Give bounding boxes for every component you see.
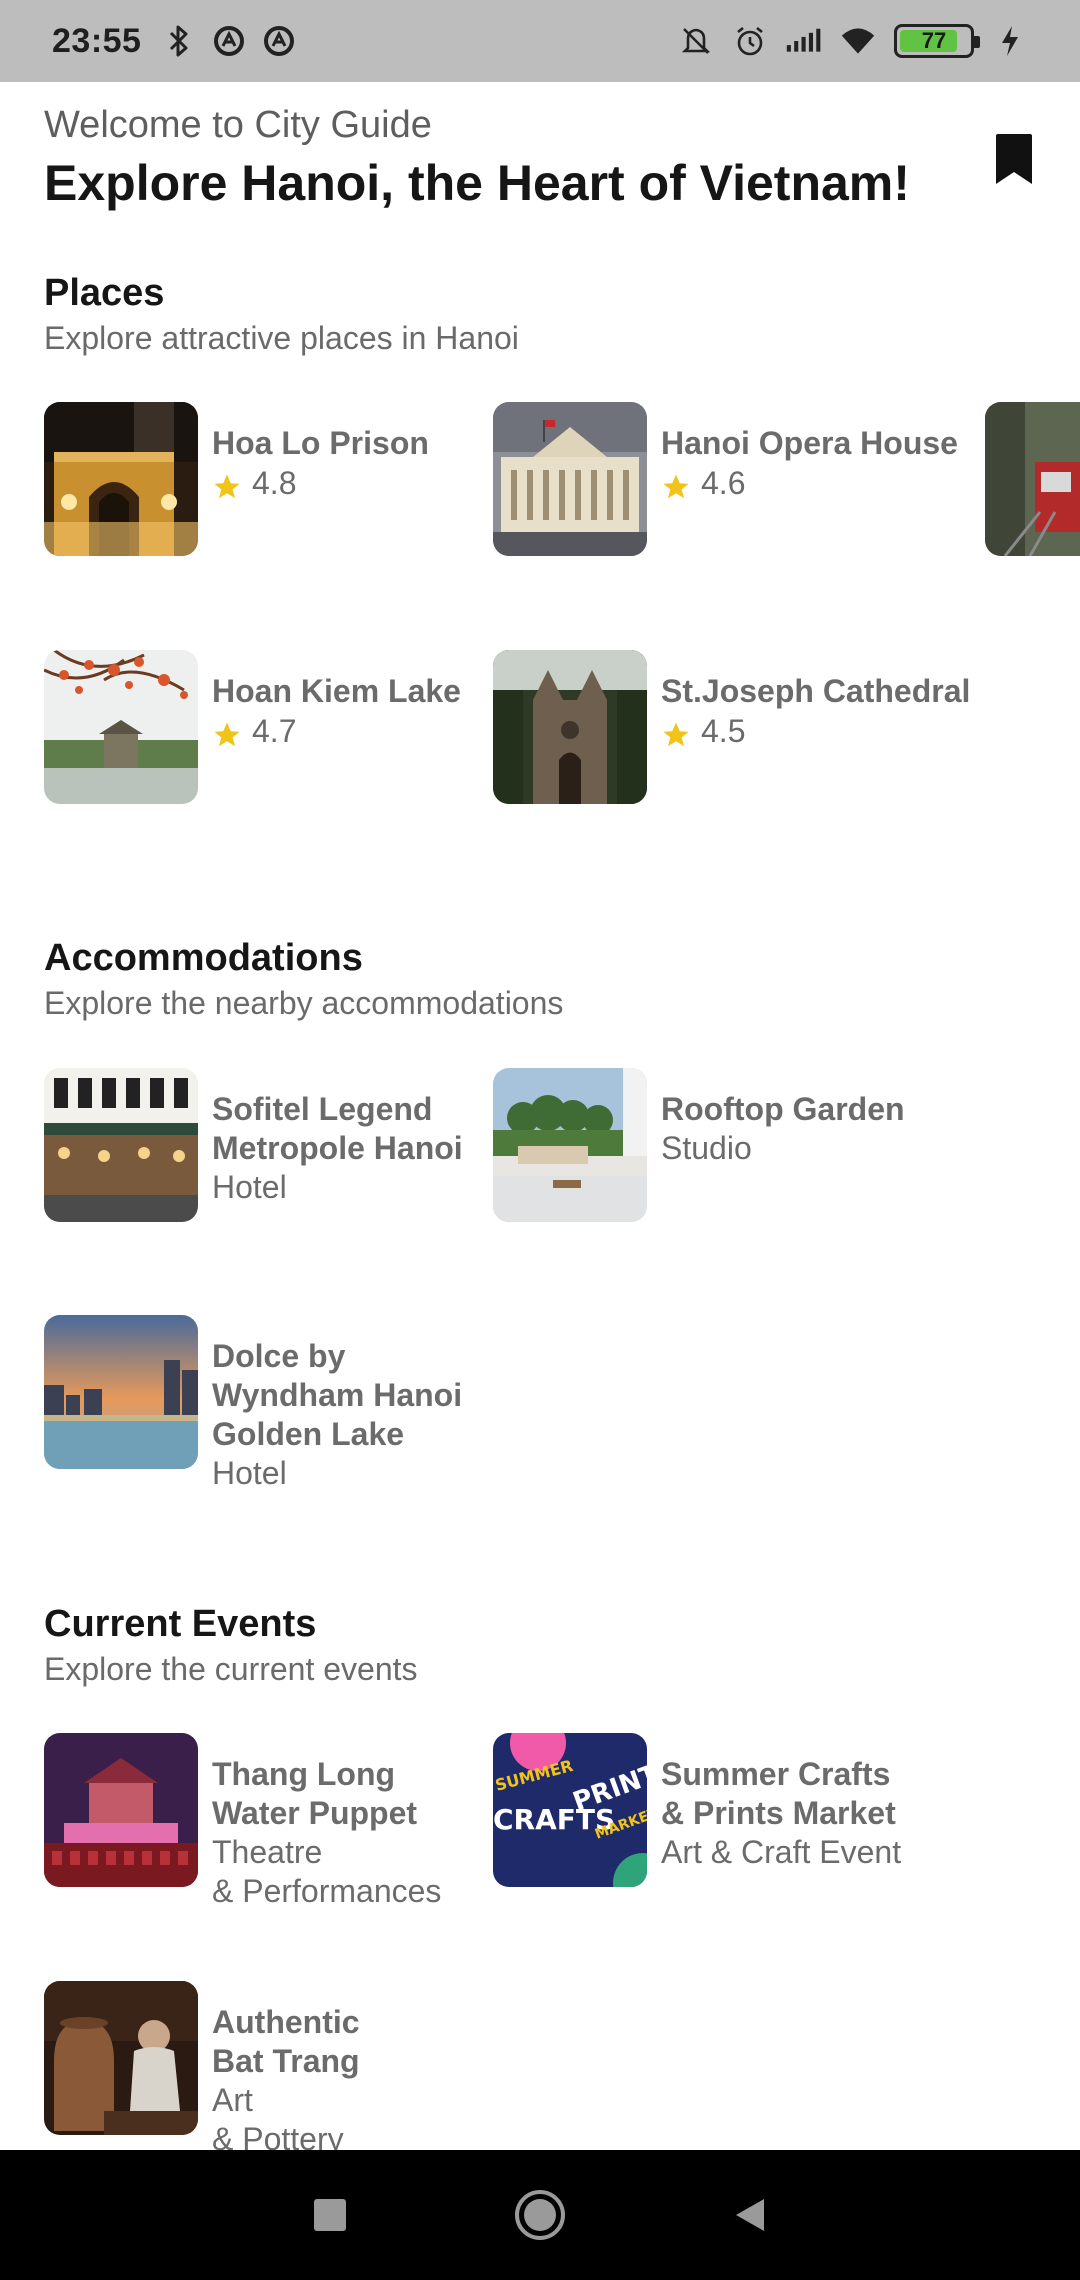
accommodation-card-sofitel[interactable]: Sofitel Legend Metropole Hanoi Hotel [44,1068,484,1228]
event-image [44,1981,198,2135]
event-type-line-2: & Performances [212,1873,442,1909]
event-name-line-1: Summer Crafts [661,1756,891,1792]
accommodation-info: Dolce by Wyndham Hanoi Golden Lake Hotel [212,1337,492,1493]
rating-value: 4.5 [701,713,746,749]
rating-value: 4.8 [252,465,297,501]
places-section-subtitle: Explore attractive places in Hanoi [44,320,519,356]
status-right-icons: 77 [678,23,1028,59]
event-type-line-1: Art & Craft Event [661,1834,902,1870]
place-name: Hoan Kiem Lake [212,673,461,709]
rating-value: 4.6 [701,465,746,501]
mute-icon [678,23,714,59]
place-card-train-street[interactable] [985,402,1080,562]
accommodation-card-dolce[interactable]: Dolce by Wyndham Hanoi Golden Lake Hotel [44,1315,484,1491]
place-name: Hanoi Opera House [661,425,958,461]
place-info: St.Joseph Cathedral 4.5 [661,672,991,750]
event-card-summer-crafts[interactable]: SUMMER CRAFTS PRINTS MARKET Summer Craft… [493,1733,953,1893]
places-section-title: Places [44,272,165,314]
accommodation-image [44,1068,198,1222]
place-card-hoa-lo[interactable]: Hoa Lo Prison 4.8 [44,402,464,562]
back-button[interactable] [720,2185,780,2245]
system-nav-bar [0,2150,1080,2280]
accommodation-type: Hotel [212,1455,287,1491]
bluetooth-icon [161,23,197,59]
event-name-line-2: Water Puppet [212,1795,418,1831]
place-rating: 4.5 [661,713,991,750]
back-triangle-icon [736,2199,764,2231]
event-type-line-1: Art [212,2082,253,2118]
place-image [493,402,647,556]
home-circle-icon [515,2190,565,2240]
accommodation-image [44,1315,198,1469]
event-image: SUMMER CRAFTS PRINTS MARKET [493,1733,647,1887]
bookmark-icon [996,134,1032,184]
status-left-icons [161,23,297,59]
accommodation-type: Hotel [212,1169,287,1205]
event-image [44,1733,198,1887]
accommodations-section-subtitle: Explore the nearby accommodations [44,985,564,1021]
signal-icon [786,23,822,59]
event-name-line-2: & Prints Market [661,1795,896,1831]
accommodation-info: Sofitel Legend Metropole Hanoi Hotel [212,1090,492,1207]
charging-icon [992,23,1028,59]
place-card-opera-house[interactable]: Hanoi Opera House 4.6 [493,402,958,562]
place-image [44,402,198,556]
place-info: Hanoi Opera House 4.6 [661,424,961,502]
events-section-subtitle: Explore the current events [44,1651,418,1687]
place-info: Hoa Lo Prison 4.8 [212,424,482,502]
place-name: St.Joseph Cathedral [661,673,971,709]
accommodation-name-line-2: Wyndham Hanoi [212,1377,463,1413]
accommodation-type: Studio [661,1130,752,1166]
event-name-line-1: Thang Long [212,1756,396,1792]
accommodations-section-title: Accommodations [44,937,363,979]
recents-button[interactable] [300,2185,360,2245]
vpn-icon [261,23,297,59]
place-info: Hoan Kiem Lake 4.7 [212,672,482,750]
page-title: Explore Hanoi, the Heart of Vietnam! [44,155,910,211]
star-icon [663,474,689,498]
place-card-hoan-kiem[interactable]: Hoan Kiem Lake 4.7 [44,650,464,810]
event-type-line-1: Theatre [212,1834,323,1870]
square-icon [314,2199,346,2231]
accommodation-name-line-2: Metropole Hanoi [212,1130,463,1166]
place-rating: 4.8 [212,465,482,502]
status-bar: 23:55 77 [0,0,1080,82]
home-button[interactable] [510,2185,570,2245]
accommodation-name-line-1: Dolce by [212,1338,346,1374]
accommodation-name-line-1: Rooftop Garden [661,1091,905,1127]
event-info: Summer Crafts & Prints Market Art & Craf… [661,1755,961,1872]
events-section-title: Current Events [44,1603,317,1645]
battery-level: 77 [921,28,947,53]
event-card-water-puppet[interactable]: Thang Long Water Puppet Theatre & Perfor… [44,1733,484,1909]
event-info: Authentic Bat Trang Art & Pottery [212,2003,492,2159]
place-name: Hoa Lo Prison [212,425,429,461]
accommodation-image [493,1068,647,1222]
event-card-bat-trang[interactable]: Authentic Bat Trang Art & Pottery [44,1981,484,2157]
place-image [493,650,647,804]
event-name-line-1: Authentic [212,2004,360,2040]
alarm-icon [732,23,768,59]
rating-value: 4.7 [252,713,297,749]
star-icon [663,722,689,746]
place-image [985,402,1080,556]
accommodation-info: Rooftop Garden Studio [661,1090,961,1168]
vpn-icon [211,23,247,59]
accommodation-name-line-3: Golden Lake [212,1416,405,1452]
status-time: 23:55 [52,21,142,60]
star-icon [214,474,240,498]
accommodation-name-line-1: Sofitel Legend [212,1091,433,1127]
city-guide-screen: 23:55 77 Welcome to City Guide Explore H… [0,0,1080,2280]
event-info: Thang Long Water Puppet Theatre & Perfor… [212,1755,492,1911]
bookmark-button[interactable] [990,132,1038,188]
accommodation-card-rooftop[interactable]: Rooftop Garden Studio [493,1068,933,1228]
wifi-icon [840,23,876,59]
place-rating: 4.6 [661,465,961,502]
place-image [44,650,198,804]
place-card-st-joseph[interactable]: St.Joseph Cathedral 4.5 [493,650,993,810]
battery-icon: 77 [894,24,980,58]
place-rating: 4.7 [212,713,482,750]
event-name-line-2: Bat Trang [212,2043,360,2079]
welcome-text: Welcome to City Guide [44,104,432,146]
star-icon [214,722,240,746]
